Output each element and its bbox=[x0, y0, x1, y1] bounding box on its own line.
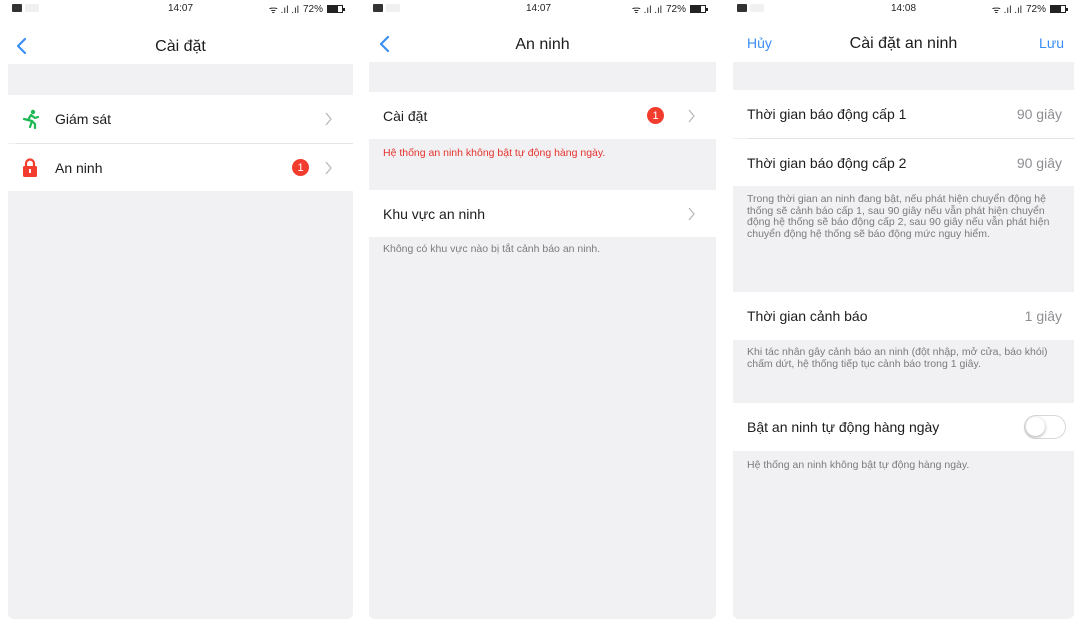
row-label: Khu vực an ninh bbox=[383, 205, 485, 222]
alarm-level-note: Trong thời gian an ninh đang bật, nếu ph… bbox=[747, 193, 1050, 240]
menu-item-label: An ninh bbox=[55, 159, 103, 176]
toggle-knob bbox=[1026, 417, 1045, 436]
battery-percent: 72% bbox=[1025, 3, 1046, 15]
menu-item-label: Giám sát bbox=[55, 111, 112, 127]
row-value: 1 giây bbox=[1024, 308, 1062, 324]
battery-percent: 72% bbox=[302, 3, 323, 15]
security-zone-row[interactable]: Khu vực an ninh bbox=[369, 190, 716, 237]
signal-icon: ᯤ .ıl .ıl bbox=[268, 5, 299, 16]
auto-security-toggle[interactable] bbox=[1024, 415, 1066, 439]
nav-bar: An ninh bbox=[369, 28, 716, 64]
row-value: 90 giây bbox=[1016, 106, 1062, 122]
row-label: Bật an ninh tự động hàng ngày bbox=[747, 419, 940, 435]
status-right: ᯤ .ıl .ıl 72% bbox=[991, 2, 1068, 16]
warning-time-note: Khi tác nhân gây cảnh báo an ninh (đột n… bbox=[747, 346, 1048, 370]
status-right: ᯤ .ıl .ıl 72% bbox=[631, 2, 708, 16]
row-label: Thời gian cảnh báo bbox=[747, 308, 868, 324]
nav-bar: Hủy Cài đặt an ninh Lưu bbox=[733, 28, 1074, 64]
auto-security-row: Bật an ninh tự động hàng ngày bbox=[733, 403, 1074, 451]
status-time: 14:07 bbox=[168, 3, 194, 14]
status-time: 14:08 bbox=[891, 3, 917, 14]
security-screen: 14:07 ᯤ .ıl .ıl 72% An ninh Cài đặt 1 Hệ… bbox=[369, 0, 716, 619]
signal-icon: ᯤ .ıl .ıl bbox=[631, 5, 662, 16]
battery-icon bbox=[690, 5, 708, 13]
chevron-right-icon bbox=[688, 109, 695, 122]
security-settings-row[interactable]: Cài đặt 1 bbox=[369, 92, 716, 139]
zone-note: Không có khu vực nào bị tắt cảnh báo an … bbox=[383, 243, 601, 255]
page-title: An ninh bbox=[515, 36, 570, 53]
security-settings-screen: 14:08 ᯤ .ıl .ıl 72% Hủy Cài đặt an ninh … bbox=[733, 0, 1074, 619]
warning-time-row[interactable]: Thời gian cảnh báo 1 giây bbox=[733, 292, 1074, 340]
row-label: Thời gian báo động cấp 2 bbox=[747, 154, 907, 171]
signal-icon: ᯤ .ıl .ıl bbox=[991, 5, 1022, 16]
running-person-icon bbox=[22, 109, 40, 129]
image-icon bbox=[12, 4, 39, 12]
status-time: 14:07 bbox=[526, 3, 552, 14]
notification-badge: 1 bbox=[647, 107, 664, 124]
auto-off-warning: Hệ thống an ninh không bật tự động hàng … bbox=[383, 147, 606, 159]
page-title: Cài đặt an ninh bbox=[849, 35, 958, 52]
battery-icon bbox=[1050, 5, 1068, 13]
chevron-right-icon bbox=[325, 161, 332, 174]
auto-security-note: Hệ thống an ninh không bật tự động hàng … bbox=[747, 459, 970, 471]
row-label: Cài đặt bbox=[383, 107, 428, 124]
nav-bar: Cài đặt bbox=[8, 28, 353, 64]
row-value: 90 giây bbox=[1016, 154, 1062, 171]
image-icon bbox=[737, 4, 764, 12]
status-bar: 14:07 ᯤ .ıl .ıl 72% bbox=[8, 0, 353, 28]
battery-percent: 72% bbox=[665, 3, 686, 15]
alarm-level1-row[interactable]: Thời gian báo động cấp 1 90 giây bbox=[733, 90, 1074, 138]
battery-icon bbox=[327, 5, 345, 13]
status-right: ᯤ .ıl .ıl 72% bbox=[268, 2, 345, 16]
padlock-icon bbox=[23, 158, 37, 177]
image-icon bbox=[373, 4, 400, 12]
status-bar: 14:08 ᯤ .ıl .ıl 72% bbox=[733, 0, 1074, 28]
row-label: Thời gian báo động cấp 1 bbox=[747, 106, 907, 122]
alarm-level2-row[interactable]: Thời gian báo động cấp 2 90 giây bbox=[733, 139, 1074, 186]
status-bar: 14:07 ᯤ .ıl .ıl 72% bbox=[369, 0, 716, 28]
notification-badge: 1 bbox=[292, 159, 309, 176]
chevron-right-icon bbox=[325, 112, 332, 126]
settings-screen: 14:07 ᯤ .ıl .ıl 72% Cài đặt Giám sát An … bbox=[8, 0, 353, 619]
screen-background bbox=[369, 62, 716, 619]
menu-item-security[interactable]: An ninh 1 bbox=[8, 144, 353, 191]
chevron-right-icon bbox=[688, 207, 695, 220]
menu-item-monitoring[interactable]: Giám sát bbox=[8, 95, 353, 143]
page-title: Cài đặt bbox=[155, 38, 206, 55]
save-button[interactable]: Lưu bbox=[1039, 35, 1064, 51]
